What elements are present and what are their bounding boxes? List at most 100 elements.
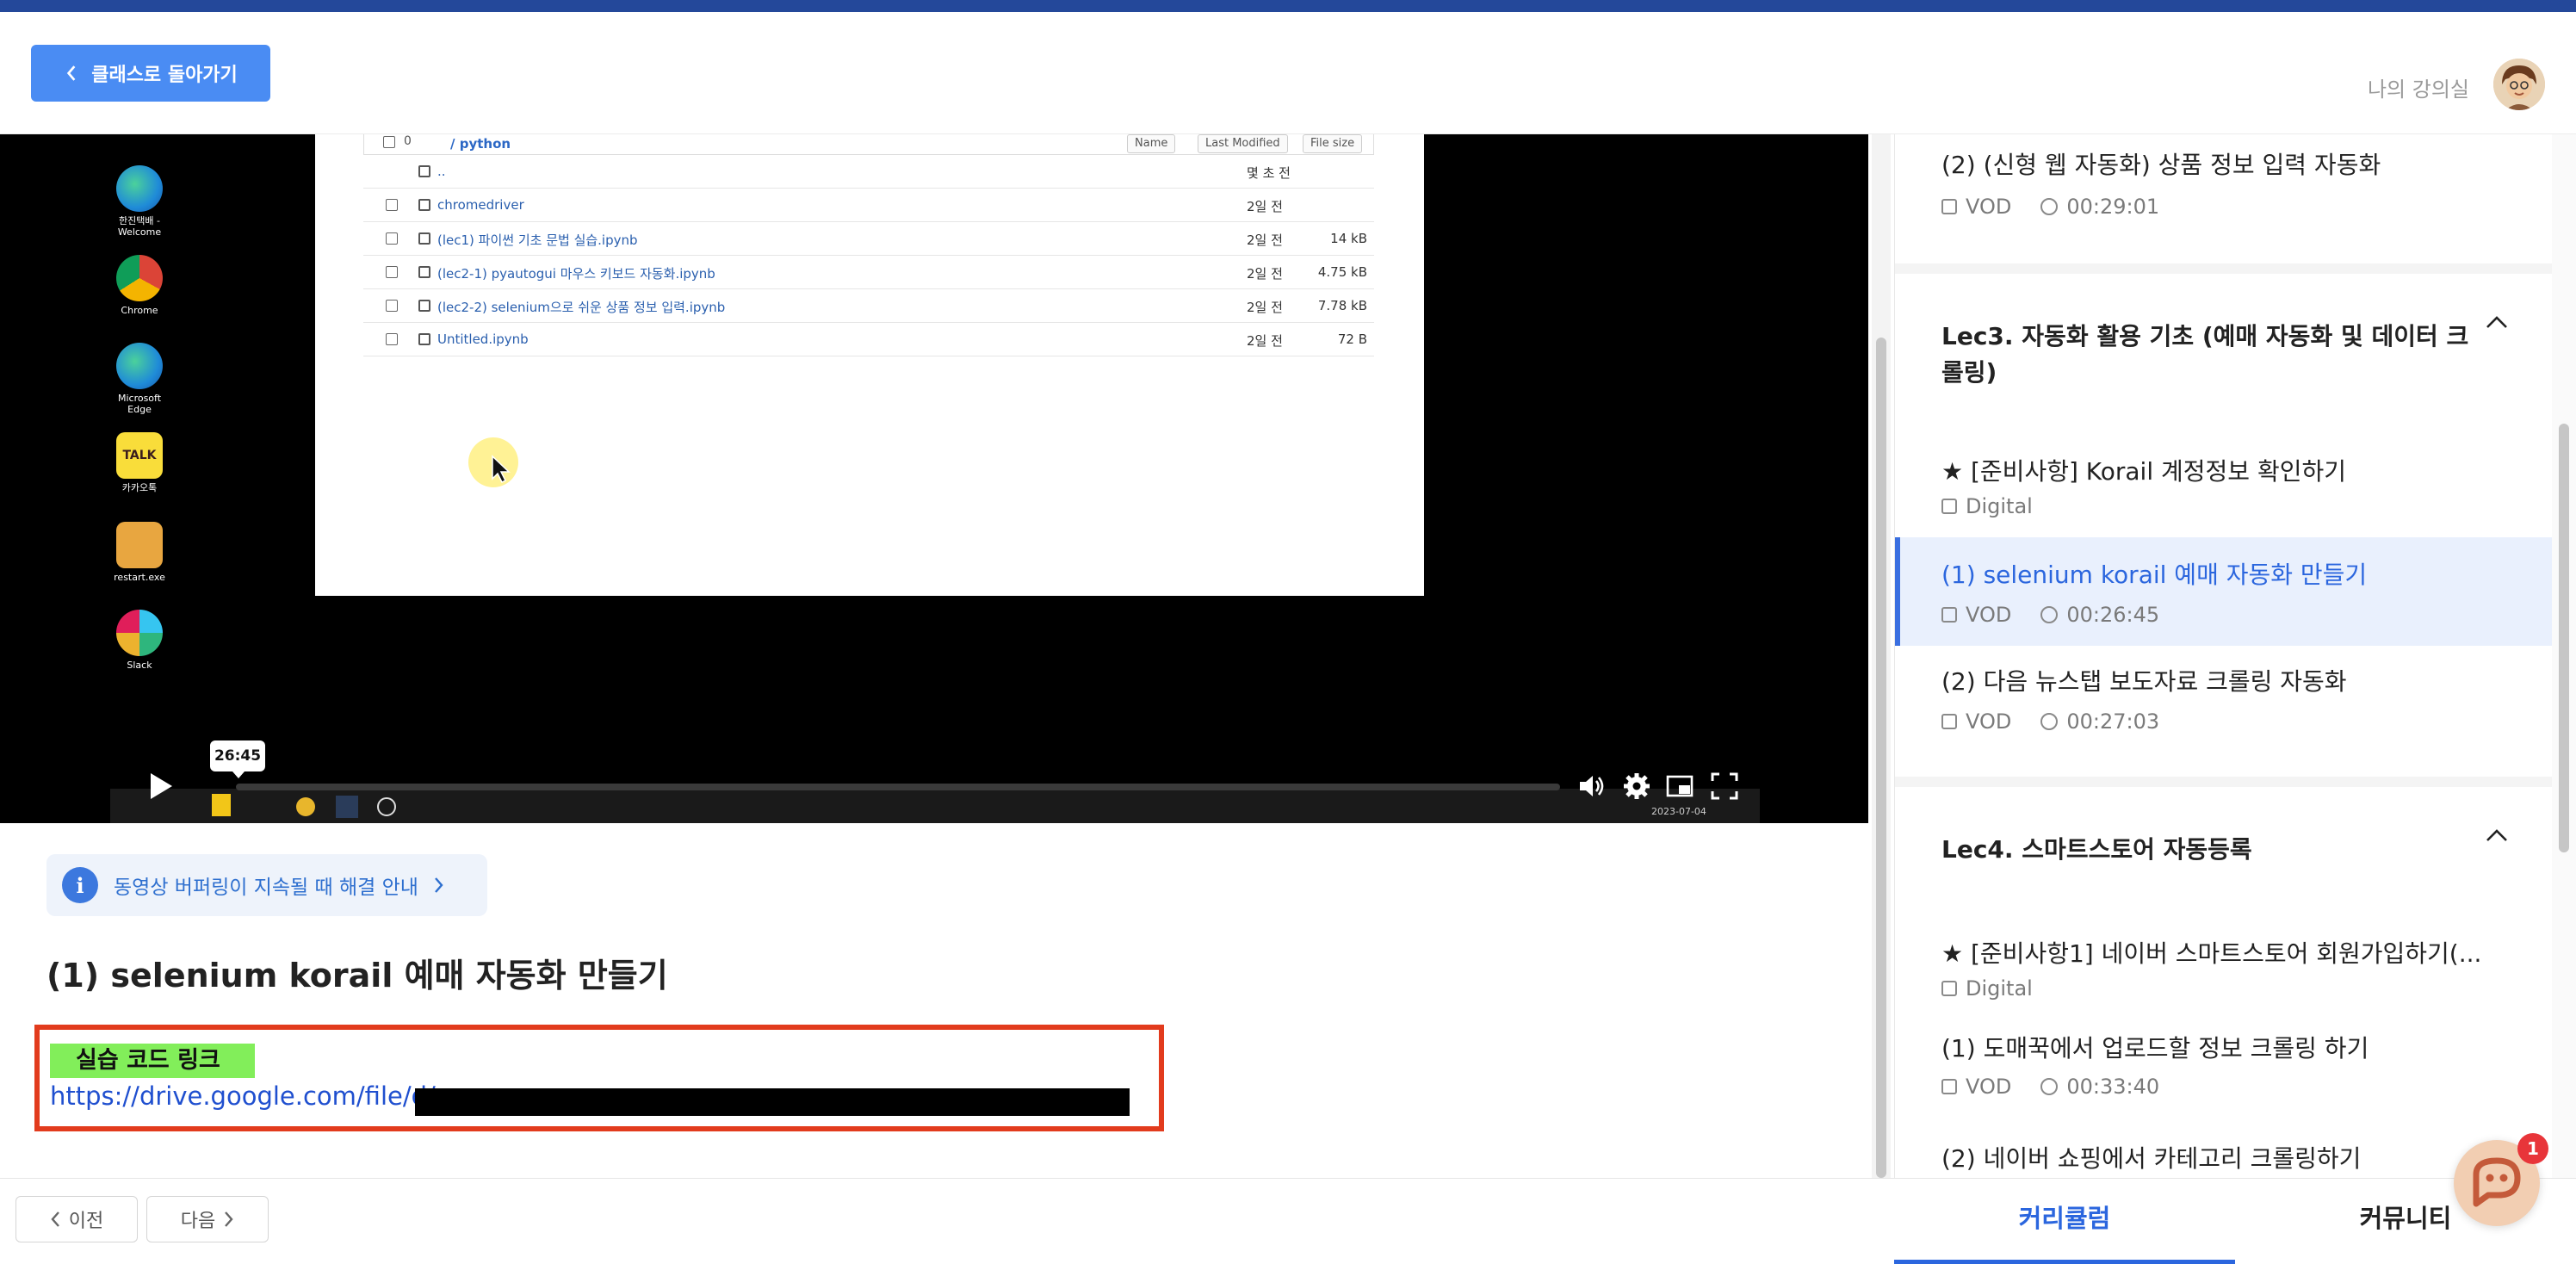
prev-button[interactable]: 이전	[15, 1196, 138, 1242]
scrollbar-thumb[interactable]	[2559, 424, 2569, 852]
video-icon	[1941, 607, 1957, 623]
video-icon	[1941, 1079, 1957, 1094]
video-taskbar	[110, 789, 1760, 823]
chevron-up-icon[interactable]	[2486, 315, 2508, 329]
section-divider	[1895, 777, 2553, 787]
desktop-icon-kakaotalk: TALK 카카오톡	[112, 432, 167, 493]
desktop-icon-edge: Microsoft Edge	[112, 343, 167, 415]
row-checkbox	[386, 232, 398, 245]
chevron-up-icon[interactable]	[2486, 828, 2508, 842]
taskbar-app-icon	[336, 796, 358, 818]
clock-icon	[2040, 198, 2059, 215]
code-link-label: 실습 코드 링크	[50, 1044, 255, 1078]
sidebar-scrollbar[interactable]	[2552, 134, 2576, 1178]
curriculum-item[interactable]: ★ [준비사항1] 네이버 스마트스토어 회원가입하기(... Digital	[1895, 923, 2553, 1018]
back-to-class-label: 클래스로 돌아가기	[91, 65, 238, 86]
video-progress-bar[interactable]	[236, 784, 1560, 790]
section-divider	[1895, 263, 2553, 274]
jupyter-row: Untitled.ipynb 2일 전 72 B	[363, 323, 1374, 356]
code-link-box: 실습 코드 링크 https://drive.google.com/file/d…	[34, 1025, 1164, 1131]
lesson-nav-bar: 이전 다음	[0, 1178, 1894, 1264]
settings-gear-icon[interactable]	[1622, 771, 1651, 801]
redaction-bar	[415, 1088, 1130, 1116]
notebook-icon	[418, 333, 430, 345]
sort-name: Name	[1127, 134, 1176, 153]
taskbar-app-icon	[377, 797, 396, 816]
video-player[interactable]: 한진택배 - Welcome Chrome Microsoft Edge TAL…	[0, 134, 1868, 823]
taskbar-chrome-icon	[296, 797, 315, 816]
next-button[interactable]: 다음	[146, 1196, 269, 1242]
row-checkbox	[386, 300, 398, 312]
avatar-face-icon	[2493, 59, 2545, 110]
mouse-cursor-icon	[492, 455, 511, 484]
time-tooltip: 26:45	[210, 740, 265, 778]
header: 클래스로 돌아가기 나의 강의실	[0, 12, 2576, 134]
notebook-icon	[418, 232, 430, 245]
video-icon	[1941, 199, 1957, 214]
book-icon	[1941, 499, 1957, 514]
taskbar-app-icon	[212, 794, 231, 816]
curriculum-sidebar: (2) (신형 웹 자동화) 상품 정보 입력 자동화 VOD 00:29:01…	[1894, 134, 2576, 1178]
notebook-icon	[418, 300, 430, 312]
tab-curriculum[interactable]: 커리큘럼	[1894, 1179, 2235, 1264]
chevron-left-icon	[51, 1211, 59, 1227]
fullscreen-icon[interactable]	[1710, 771, 1739, 801]
jupyter-row: chromedriver 2일 전	[363, 189, 1374, 222]
chat-badge: 1	[2517, 1133, 2548, 1164]
curriculum-item[interactable]: (1) 도매꾹에서 업로드할 정보 크롤링 하기 VOD 00:33:40	[1895, 1030, 2553, 1125]
chevron-right-icon	[225, 1211, 233, 1227]
content-scrollbar[interactable]	[1872, 134, 1891, 1178]
row-checkbox	[386, 333, 398, 345]
sort-modified: Last Modified	[1198, 134, 1288, 153]
key-icon	[116, 522, 163, 568]
edge-icon	[116, 343, 163, 389]
user-avatar[interactable]	[2493, 59, 2545, 110]
row-checkbox	[386, 266, 398, 278]
curriculum-item-active[interactable]: (1) selenium korail 예매 자동화 만들기 VOD 00:26…	[1895, 537, 2553, 646]
clock-icon	[2040, 606, 2059, 623]
desktop-icon-slack: Slack	[112, 610, 167, 671]
picture-in-picture-icon[interactable]	[1665, 771, 1694, 801]
select-all-checkbox	[383, 136, 395, 148]
section-header-lec3[interactable]: Lec3. 자동화 활용 기초 (예매 자동화 및 데이터 크롤링)	[1941, 319, 2475, 391]
clock-icon	[2040, 713, 2059, 730]
info-icon: i	[62, 867, 98, 903]
jupyter-row: (lec2-1) pyautogui 마우스 키보드 자동화.ipynb 2일 …	[363, 256, 1374, 289]
book-icon	[1941, 981, 1957, 996]
top-stripe	[0, 0, 2576, 12]
jupyter-list-header: 0 / python Name Last Modified File size	[363, 134, 1374, 155]
desktop-icon-restart: restart.exe	[112, 522, 167, 583]
buffering-help-banner[interactable]: i 동영상 버퍼링이 지속될 때 해결 안내	[46, 854, 487, 916]
desktop-icon-hanjin: 한진택배 - Welcome	[112, 165, 167, 238]
back-to-class-button[interactable]: 클래스로 돌아가기	[31, 45, 270, 102]
folder-icon	[418, 199, 430, 211]
edge-icon	[116, 165, 163, 212]
clock-icon	[2040, 1078, 2059, 1095]
play-icon[interactable]	[148, 771, 174, 801]
notebook-icon	[418, 266, 430, 278]
sort-size: File size	[1303, 134, 1363, 153]
slack-icon	[116, 610, 163, 656]
row-checkbox	[386, 199, 398, 211]
section-header-lec4[interactable]: Lec4. 스마트스토어 자동등록	[1941, 832, 2475, 868]
my-classroom-link[interactable]: 나의 강의실	[2368, 72, 2469, 102]
code-link-url[interactable]: https://drive.google.com/file/d/	[50, 1081, 436, 1111]
jupyter-file-browser: 0 / python Name Last Modified File size …	[315, 134, 1424, 596]
chrome-icon	[116, 255, 163, 301]
scrollbar-thumb[interactable]	[1876, 338, 1886, 1178]
buffering-help-label: 동영상 버퍼링이 지속될 때 해결 안내	[114, 877, 418, 899]
video-icon	[1941, 714, 1957, 729]
curriculum-item[interactable]: ★ [준비사항] Korail 계정정보 확인하기 Digital	[1895, 441, 2553, 534]
jupyter-row: (lec1) 파이썬 기초 문법 실습.ipynb 2일 전 14 kB	[363, 222, 1374, 256]
chevron-left-icon	[67, 65, 76, 81]
curriculum-item[interactable]: (2) (신형 웹 자동화) 상품 정보 입력 자동화 VOD 00:29:01	[1895, 134, 2553, 263]
curriculum-item[interactable]: (2) 다음 뉴스탭 보도자료 크롤링 자동화 VOD 00:27:03	[1895, 647, 2553, 777]
desktop-icon-chrome: Chrome	[112, 255, 167, 316]
volume-icon[interactable]	[1577, 771, 1607, 801]
jupyter-row: .. 몇 초 전	[363, 155, 1374, 189]
taskbar-date: 2023-07-04	[1651, 806, 1706, 817]
jupyter-path: / python	[450, 136, 511, 152]
chevron-right-icon	[435, 877, 443, 893]
folder-icon	[418, 165, 430, 177]
lesson-title: (1) selenium korail 예매 자동화 만들기	[46, 957, 668, 994]
